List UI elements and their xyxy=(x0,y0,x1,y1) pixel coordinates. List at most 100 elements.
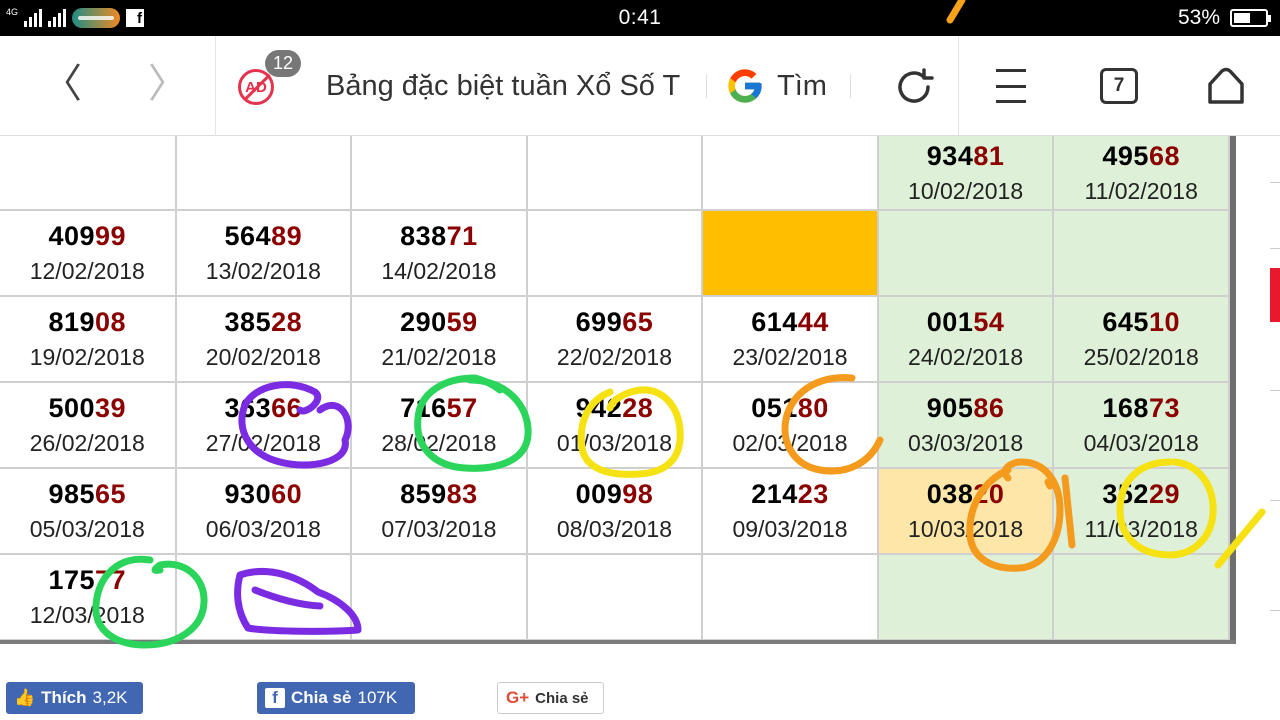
number-tail: 71 xyxy=(446,221,478,251)
forward-button[interactable]: 〉 xyxy=(148,64,188,104)
number-tail: 59 xyxy=(446,307,478,337)
result-number: 29059 xyxy=(352,307,526,338)
result-date: 03/03/2018 xyxy=(908,430,1024,456)
result-cell xyxy=(350,553,528,641)
result-cell xyxy=(525,136,704,211)
result-cell xyxy=(174,553,353,641)
thumbs-up-icon: 👍 xyxy=(14,688,36,707)
result-cell xyxy=(1052,209,1230,297)
result-cell: 83871 14/02/2018 xyxy=(350,209,528,297)
tabs-icon[interactable]: 7 xyxy=(1100,68,1138,104)
result-date: 20/02/2018 xyxy=(205,344,321,370)
result-number: 93060 xyxy=(177,479,351,510)
table-row: 93481 10/02/2018 49568 11/02/2018 xyxy=(0,136,1230,211)
back-button[interactable]: 〈 xyxy=(42,64,82,104)
result-date: 11/02/2018 xyxy=(1084,177,1198,204)
table-bottom-border xyxy=(0,640,1236,644)
home-icon[interactable] xyxy=(1206,66,1246,106)
number-tail: 39 xyxy=(95,393,127,423)
number-prefix: 168 xyxy=(1102,393,1149,423)
result-cell xyxy=(174,136,353,211)
clock: 0:41 xyxy=(618,6,662,29)
number-prefix: 051 xyxy=(751,393,798,423)
result-cell: 93060 06/03/2018 xyxy=(174,467,353,555)
google-plus-share-button[interactable]: G+ Chia sẻ xyxy=(497,682,604,714)
table-row: 17577 12/03/2018 xyxy=(0,553,1230,641)
result-cell xyxy=(525,553,704,641)
result-number: 90586 xyxy=(879,393,1053,424)
number-tail: 29 xyxy=(1148,479,1180,509)
browser-toolbar: 〈 〉 AD 12 Bảng đặc biệt tuần Xổ Số T Tìm… xyxy=(0,36,1280,136)
menu-icon[interactable] xyxy=(996,69,1026,103)
result-cell: 00998 08/03/2018 xyxy=(525,467,704,555)
google-icon[interactable] xyxy=(725,66,765,106)
result-number: 00998 xyxy=(528,479,702,510)
result-date: 23/02/2018 xyxy=(732,344,848,370)
result-date: 22/02/2018 xyxy=(556,344,673,370)
result-cell xyxy=(701,136,879,211)
share-label: Chia sẻ xyxy=(291,688,352,707)
number-prefix: 352 xyxy=(1102,479,1149,509)
result-cell: 94228 01/03/2018 xyxy=(525,381,704,469)
result-cell: 64510 25/02/2018 xyxy=(1052,295,1230,383)
reload-icon[interactable] xyxy=(893,66,935,108)
like-button[interactable]: 👍 Thích 3,2K xyxy=(6,682,143,714)
table-row: 50039 26/02/2018 36366 27/02/2018 71657 28/02… xyxy=(0,381,1230,469)
number-tail: 81 xyxy=(973,140,1005,171)
result-date: 14/02/2018 xyxy=(381,258,497,284)
result-date: 19/02/2018 xyxy=(29,344,145,370)
number-prefix: 363 xyxy=(224,393,272,423)
result-date: 24/02/2018 xyxy=(908,344,1024,370)
toolbar-divider xyxy=(215,36,216,136)
number-tail: 73 xyxy=(1148,393,1180,423)
result-date: 26/02/2018 xyxy=(29,430,145,456)
result-number: 98565 xyxy=(0,479,175,510)
result-date: 28/02/2018 xyxy=(381,430,497,456)
status-right: 53% xyxy=(1177,6,1271,30)
number-tail: 54 xyxy=(973,307,1005,337)
result-date: 10/03/2018 xyxy=(908,516,1024,542)
search-label[interactable]: Tìm xyxy=(777,70,827,103)
facebook-icon: f xyxy=(265,688,285,708)
result-number: 03820 xyxy=(879,479,1053,510)
number-tail: 60 xyxy=(271,479,303,509)
number-tail: 08 xyxy=(95,307,127,337)
result-number: 69965 xyxy=(528,307,702,338)
number-prefix: 564 xyxy=(224,221,272,251)
number-tail: 99 xyxy=(95,221,127,251)
result-cell xyxy=(350,136,528,211)
result-cell: 16873 04/03/2018 xyxy=(1052,381,1230,469)
result-cell: 81908 19/02/2018 xyxy=(0,295,177,383)
number-prefix: 699 xyxy=(575,307,623,337)
number-tail: 44 xyxy=(797,307,829,337)
result-number: 21423 xyxy=(703,479,877,510)
ad-block-icon[interactable]: AD xyxy=(238,69,274,105)
result-date: 08/03/2018 xyxy=(556,516,673,542)
status-bar: 4G f 0:41 53% xyxy=(0,0,1280,36)
table-row: 81908 19/02/2018 38528 20/02/2018 29059 21/02… xyxy=(0,295,1230,383)
battery-percent: 53% xyxy=(1177,6,1220,29)
number-prefix: 290 xyxy=(400,307,447,337)
like-label: Thích xyxy=(41,688,87,707)
number-prefix: 716 xyxy=(400,393,447,423)
facebook-share-button[interactable]: f Chia sẻ 107K xyxy=(257,682,415,714)
battery-fill xyxy=(1234,13,1250,23)
number-prefix: 001 xyxy=(926,307,974,337)
number-prefix: 214 xyxy=(751,479,798,509)
result-cell: 56489 13/02/2018 xyxy=(174,209,353,297)
number-prefix: 819 xyxy=(48,307,96,337)
result-date: 11/03/2018 xyxy=(1084,516,1198,542)
share-count: 107K xyxy=(357,688,398,707)
result-number: 83871 xyxy=(352,221,526,252)
result-date: 10/02/2018 xyxy=(908,177,1024,204)
result-cell: 05180 02/03/2018 xyxy=(701,381,879,469)
address-bar-title[interactable]: Bảng đặc biệt tuần Xổ Số T xyxy=(326,70,688,103)
result-number: 05180 xyxy=(703,393,877,424)
ad-count-badge: 12 xyxy=(265,50,301,77)
edge-divider xyxy=(1270,248,1280,249)
address-divider-2 xyxy=(850,74,851,98)
number-prefix: 985 xyxy=(48,479,96,509)
result-cell: 69965 22/02/2018 xyxy=(525,295,704,383)
result-cell xyxy=(876,553,1055,641)
number-tail: 77 xyxy=(95,565,127,595)
